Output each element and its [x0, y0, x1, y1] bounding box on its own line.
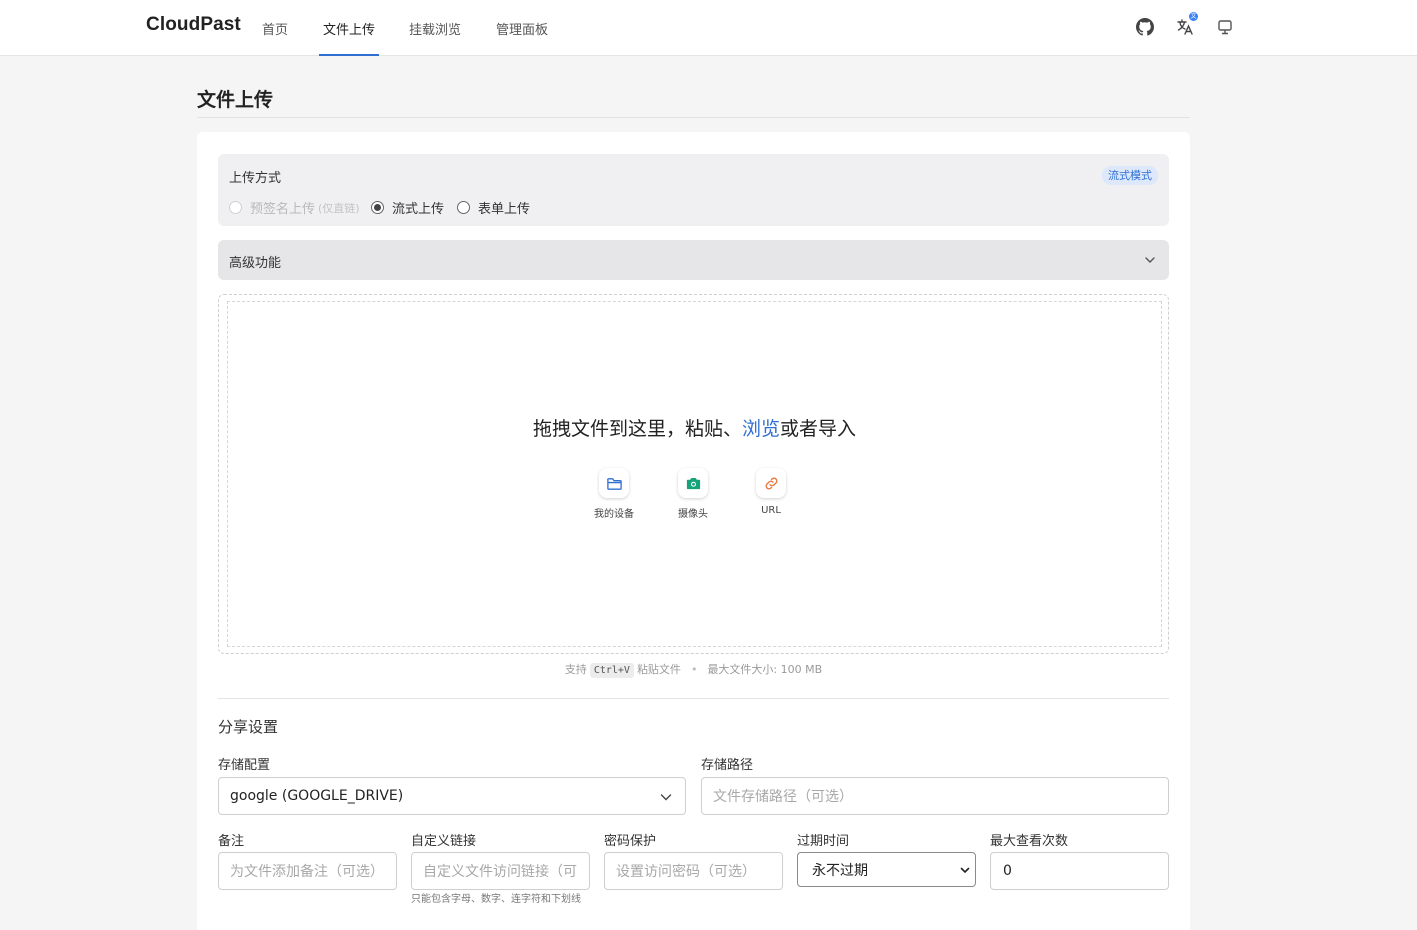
nav-item-upload[interactable]: 文件上传: [318, 19, 380, 56]
chevron-down-icon: [1145, 257, 1155, 263]
brand-logo[interactable]: CloudPast: [146, 14, 241, 36]
browse-link[interactable]: 浏览: [742, 418, 780, 440]
translate-icon[interactable]: 文: [1174, 12, 1198, 38]
radio-label: 流式上传: [392, 202, 445, 217]
language-badge: 文: [1189, 12, 1198, 21]
monitor-icon[interactable]: [1214, 16, 1236, 38]
password-label: 密码保护: [604, 834, 657, 849]
hint-paste: 粘贴文件: [636, 663, 681, 676]
nav-item-mount-browse[interactable]: 挂载浏览: [409, 19, 461, 56]
camera-icon: [678, 468, 708, 498]
storage-config-value: google (GOOGLE_DRIVE): [230, 788, 404, 804]
source-label: 我的设备: [594, 509, 634, 520]
upload-hint: 支持 Ctrl+V 粘贴文件 • 最大文件大小: 100 MB: [218, 661, 1169, 678]
folder-icon: [599, 468, 629, 498]
source-label: 摄像头: [678, 509, 708, 520]
hint-support: 支持: [564, 663, 587, 676]
storage-config-label: 存储配置: [218, 758, 271, 773]
remark-input[interactable]: 为文件添加备注（可选）: [218, 852, 397, 890]
radio-label: 表单上传: [478, 202, 531, 217]
link-icon: [756, 468, 786, 498]
radio-presigned-upload: 预签名上传 (仅直链): [229, 198, 360, 217]
radio-stream-upload[interactable]: 流式上传: [371, 198, 444, 217]
mode-badge: 流式模式: [1102, 166, 1158, 185]
title-divider: [197, 117, 1190, 118]
radio-circle: [371, 201, 384, 214]
storage-config-select[interactable]: google (GOOGLE_DRIVE): [218, 777, 686, 815]
radio-hint: (仅直链): [318, 201, 360, 215]
chevron-down-icon: [960, 867, 970, 874]
dropzone-text-start: 拖拽文件到这里，粘贴、: [532, 418, 742, 440]
expiry-value: 永不过期: [812, 862, 868, 879]
github-icon[interactable]: [1134, 16, 1156, 38]
radio-circle: [229, 201, 242, 214]
source-label: URL: [761, 505, 781, 516]
radio-circle: [457, 201, 470, 214]
upload-method-panel: 上传方式 流式模式 预签名上传 (仅直链) 流式上传 表单上传: [218, 154, 1169, 226]
storage-path-input[interactable]: 文件存储路径（可选）: [701, 777, 1169, 815]
custom-link-help: 只能包含字母、数字、连字符和下划线: [411, 894, 581, 905]
radio-label: 预签名上传: [250, 202, 316, 217]
section-divider: [218, 698, 1169, 699]
advanced-features-toggle[interactable]: 高级功能: [218, 240, 1169, 280]
expiry-label: 过期时间: [797, 834, 850, 849]
max-views-input[interactable]: 0: [990, 852, 1169, 890]
max-views-label: 最大查看次数: [990, 834, 1069, 849]
nav-item-home[interactable]: 首页: [262, 19, 288, 56]
page-title: 文件上传: [197, 89, 274, 111]
source-my-device-button[interactable]: 我的设备: [584, 468, 644, 520]
max-file-size: 最大文件大小: 100 MB: [707, 663, 823, 676]
expiry-select[interactable]: 永不过期: [797, 852, 976, 887]
shortcut-key: Ctrl+V: [589, 663, 634, 678]
chevron-down-icon: [660, 794, 672, 801]
hint-separator: •: [690, 663, 698, 676]
upload-method-label: 上传方式: [229, 171, 282, 186]
remark-label: 备注: [218, 834, 245, 849]
password-input[interactable]: 设置访问密码（可选）: [604, 852, 783, 890]
radio-form-upload[interactable]: 表单上传: [457, 198, 530, 217]
storage-path-label: 存储路径: [701, 758, 754, 773]
share-settings-title: 分享设置: [218, 718, 279, 736]
dropzone-text-end: 或者导入: [780, 418, 857, 440]
source-camera-button[interactable]: 摄像头: [663, 468, 723, 520]
source-url-button[interactable]: URL: [741, 468, 801, 516]
custom-link-label: 自定义链接: [411, 834, 477, 849]
nav-item-admin[interactable]: 管理面板: [496, 19, 548, 56]
custom-link-input[interactable]: 自定义文件访问链接（可: [411, 852, 590, 890]
dropzone-text: 拖拽文件到这里，粘贴、浏览或者导入: [227, 414, 1162, 441]
advanced-features-label: 高级功能: [229, 256, 282, 271]
top-navbar: CloudPast 首页 文件上传 挂载浏览 管理面板 文: [0, 0, 1417, 56]
